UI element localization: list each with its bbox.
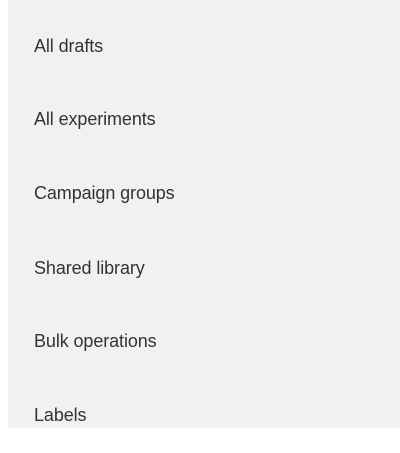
menu-item-campaign-groups[interactable]: Campaign groups xyxy=(8,173,400,213)
menu-item-all-experiments[interactable]: All experiments xyxy=(8,99,400,139)
menu-item-shared-library[interactable]: Shared library xyxy=(8,248,400,288)
menu-item-label: All experiments xyxy=(34,108,156,129)
menu-item-all-drafts[interactable]: All drafts xyxy=(8,26,400,66)
navigation-menu: All drafts All experiments Campaign grou… xyxy=(8,0,400,428)
menu-item-label: Campaign groups xyxy=(34,182,175,203)
menu-item-bulk-operations[interactable]: Bulk operations xyxy=(8,321,400,361)
menu-item-label: All drafts xyxy=(34,35,104,56)
menu-item-label: Labels xyxy=(34,404,87,425)
menu-item-labels[interactable]: Labels xyxy=(8,395,400,435)
menu-item-label: Bulk operations xyxy=(34,330,157,351)
menu-item-label: Shared library xyxy=(34,257,145,278)
